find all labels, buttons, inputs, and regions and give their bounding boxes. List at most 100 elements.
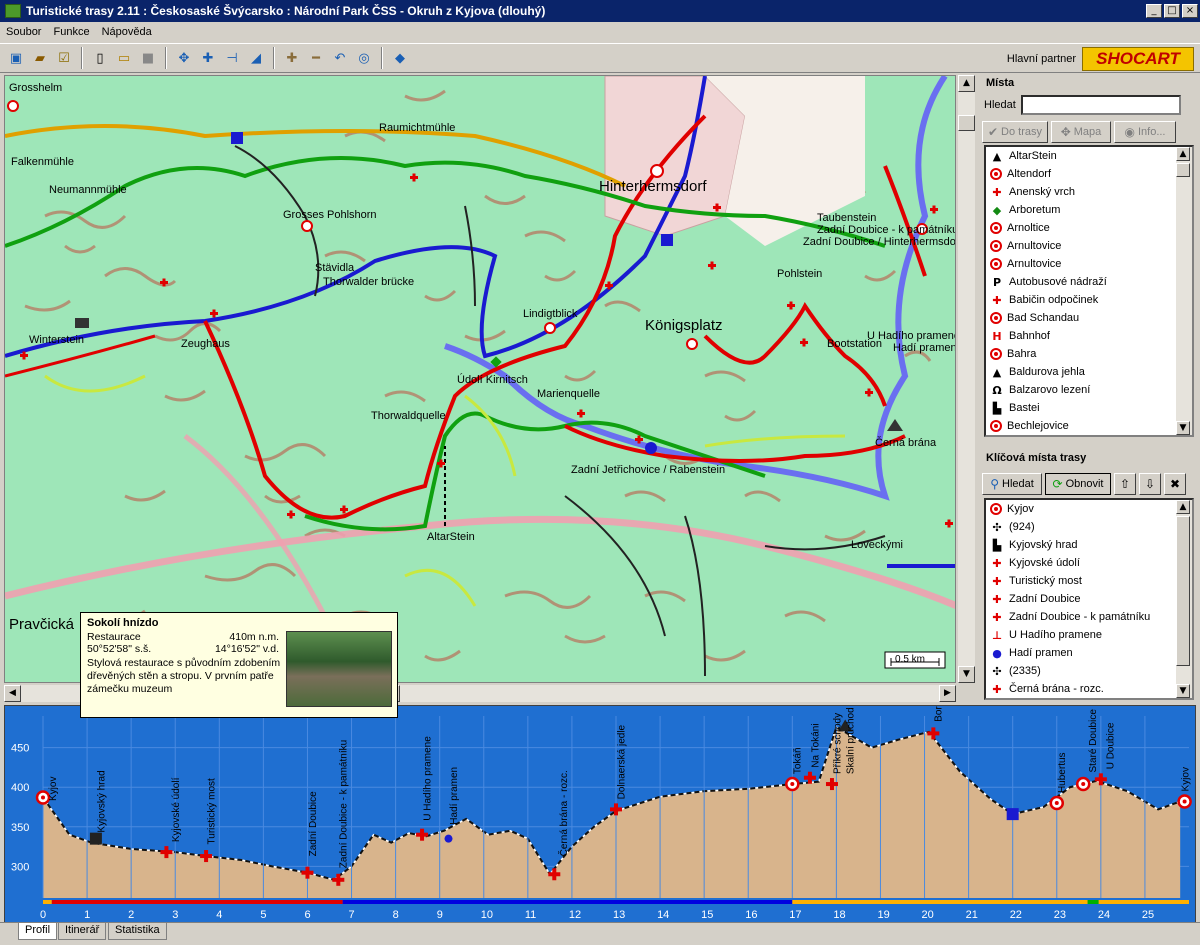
menu-napoveda[interactable]: Nápověda [102,26,152,38]
bus-stop-icon[interactable] [1006,808,1019,821]
list-item[interactable]: ▲ Baldurova jehla [986,363,1192,381]
list-item[interactable]: ✚ Černá brána - rozc. [986,680,1192,698]
elevation-profile[interactable]: 450 400 350 300 0 1 2 3 4 5 6 7 8 9 10 11 12 13 14 15 16 17 18… [4,705,1196,923]
list-item[interactable]: H Bahnhof [986,327,1192,345]
list-item[interactable]: Altendorf [986,165,1192,183]
list-item[interactable]: ✚ Turistický most [986,572,1192,590]
list-item[interactable]: Kyjov [986,500,1192,518]
scroll-thumb[interactable] [1176,163,1190,177]
list-item[interactable]: ✣ (924) [986,518,1192,536]
scroll-thumb[interactable] [1176,516,1190,666]
list-item[interactable]: ▙ Kyjovský hrad [986,536,1192,554]
profile-chart[interactable]: 4504003503000 1 2 3 4 5 6 7 8 9 10 11 12 13 14 15 16 17 18… [5,706,1196,923]
map-vertical-scrollbar[interactable]: ▲ ▼ [958,75,975,683]
save-icon[interactable]: ■ [138,48,158,68]
maximize-button[interactable]: □ [1164,4,1180,18]
scroll-down-icon[interactable]: ▼ [1176,421,1190,435]
list-item[interactable]: ✚ Zadní Doubice - k památníku [986,608,1192,626]
refresh-button[interactable]: ⟳ Obnovit [1045,473,1111,495]
list-item[interactable]: ✣ (2335) [986,662,1192,680]
key-points-list[interactable]: Kyjov ✣ (924) ▙ Kyjovský hrad ✚ Kyjovské údolí… [984,498,1194,700]
key-list-scrollbar[interactable]: ▲ ▼ [1176,500,1192,698]
list-item[interactable]: Bechlejovice [986,417,1192,435]
list-item[interactable]: Bad Schandau [986,309,1192,327]
scroll-down-icon[interactable]: ▼ [958,666,975,683]
red-cross-icon[interactable] [931,727,936,740]
red-cross-icon[interactable] [552,868,557,881]
move-down-button[interactable]: ⇩ [1139,473,1161,495]
scroll-up-icon[interactable]: ▲ [1176,147,1190,161]
list-item[interactable]: Arnultovice [986,237,1192,255]
scroll-up-icon[interactable]: ▲ [958,75,975,92]
move-icon[interactable]: ✥ [174,48,194,68]
minimize-button[interactable]: _ [1146,4,1162,18]
list-item[interactable]: ✚ Babičin odpočinek [986,291,1192,309]
list-item[interactable]: ◆ Arboretum [986,201,1192,219]
info-button[interactable]: ◉ Info... [1114,121,1176,143]
tooltip-title: Sokolí hnízdo [87,617,159,629]
map-view[interactable]: Grosshelm Falkenmühle Neumannmühle Raumi… [4,75,956,683]
add-to-route-button[interactable]: ✔ Do trasy [982,121,1048,143]
add-point-icon[interactable]: ✚ [198,48,218,68]
town-icon [990,503,1002,515]
zoom-in-icon[interactable]: ✚ [282,48,302,68]
list-item[interactable]: Arnoltice [986,219,1192,237]
open-folder-icon[interactable]: ▭ [114,48,134,68]
map-label: Marienquelle [537,388,600,400]
water-drop-icon[interactable] [444,834,453,843]
list-item[interactable]: ✚ Kyjovské údolí [986,554,1192,572]
show-on-map-button[interactable]: ✥ Mapa [1051,121,1111,143]
list-item[interactable]: ▙ Bastei [986,399,1192,417]
list-item[interactable]: ▲ AltarStein [986,147,1192,165]
refresh-icon[interactable]: ◎ [354,48,374,68]
list-item[interactable]: ● Hadí pramen [986,644,1192,662]
red-cross-icon[interactable] [164,846,169,859]
remove-point-icon[interactable]: ⊣ [222,48,242,68]
undo-icon[interactable]: ↶ [330,48,350,68]
list-item[interactable]: ⊥ U Hadího pramene [986,626,1192,644]
list-item[interactable]: P Autobusové nádraží [986,273,1192,291]
key-search-button[interactable]: ⚲ Hledat [982,473,1042,495]
red-cross-icon[interactable] [614,803,618,816]
close-button[interactable]: × [1182,4,1198,18]
scroll-right-icon[interactable]: ▶ [939,685,956,702]
list-item[interactable]: Arnultovice [986,255,1192,273]
scroll-left-icon[interactable]: ◀ [4,685,21,702]
book-icon[interactable]: ▰ [30,48,50,68]
checklist-icon[interactable]: ☑ [54,48,74,68]
list-item[interactable]: Bahra [986,345,1192,363]
search-label: Hledat [984,99,1016,111]
x-tick-label: 23 [1054,909,1066,921]
list-item[interactable]: ✚ Anenský vrch [986,183,1192,201]
search-input[interactable] [1020,95,1181,115]
scroll-down-icon[interactable]: ▼ [1176,684,1190,698]
list-item[interactable]: ✚ Zadní Doubice [986,590,1192,608]
shocart-logo[interactable]: SHOCART [1082,47,1194,71]
red-cross-icon[interactable] [305,866,310,879]
list-item[interactable]: Ω Balzarovo lezení [986,381,1192,399]
delete-button[interactable]: ✖ [1164,473,1186,495]
menu-soubor[interactable]: Soubor [6,26,41,38]
print-icon[interactable]: ◆ [390,48,410,68]
red-cross-icon[interactable] [829,778,834,791]
zoom-out-icon[interactable]: ━ [306,48,326,68]
tab-itinerar[interactable]: Itinerář [58,923,107,940]
menu-funkce[interactable]: Funkce [53,26,89,38]
move-up-button[interactable]: ⇧ [1114,473,1136,495]
red-cross-icon[interactable] [336,873,341,886]
places-list-scrollbar[interactable]: ▲ ▼ [1176,147,1192,435]
tab-profil[interactable]: Profil [18,923,58,940]
scroll-up-icon[interactable]: ▲ [1176,500,1190,514]
red-cross-icon[interactable] [420,828,425,841]
profile-icon[interactable]: ◢ [246,48,266,68]
red-cross-icon[interactable] [807,771,812,784]
places-list[interactable]: ▲ AltarStein Altendorf ✚ Anenský vrch ◆ Arbore… [984,145,1194,437]
castle-icon[interactable] [89,832,102,845]
places-icon[interactable]: ▣ [6,48,26,68]
red-cross-icon[interactable] [204,850,209,863]
tab-statistika[interactable]: Statistika [108,923,167,940]
red-cross-icon[interactable] [1098,773,1103,786]
new-file-icon[interactable]: ▯ [90,48,110,68]
map-label: Údolí Kirnitsch [457,374,528,386]
scroll-thumb[interactable] [958,115,975,131]
